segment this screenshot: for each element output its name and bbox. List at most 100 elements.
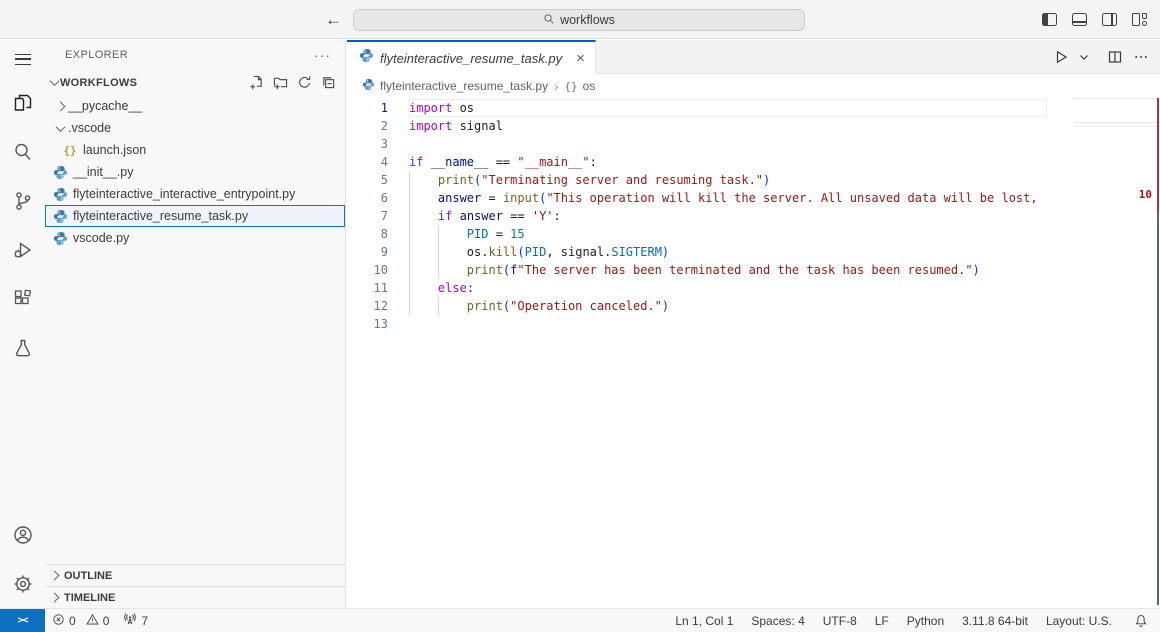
line-number: 7 [347,207,388,225]
warning-icon [86,613,99,629]
toggle-secondary-sidebar-icon[interactable] [1099,9,1120,30]
tree-item-flyteinteractive-resume-task-py[interactable]: flyteinteractive_resume_task.py [45,205,345,227]
explorer-more-actions-icon[interactable]: ··· [314,47,331,63]
code-line-13[interactable]: 13 [347,315,1047,333]
status-spaces[interactable]: Spaces: 4 [742,609,813,632]
ports-count: 7 [141,614,148,628]
code-line-2[interactable]: 2import signal [347,117,1047,135]
breadcrumb-file[interactable]: flyteinteractive_resume_task.py [380,79,548,93]
toggle-panel-icon[interactable] [1069,9,1090,30]
command-center-search[interactable]: workflows [353,9,805,31]
new-folder-icon[interactable] [272,74,289,91]
search-view-icon[interactable] [0,127,45,176]
new-file-icon[interactable] [248,74,265,91]
workspace-section-label: WORKFLOWS [60,77,137,89]
breadcrumb-separator: › [554,79,558,94]
editor-more-actions-icon[interactable] [1130,46,1152,68]
status-utf-8[interactable]: UTF-8 [814,609,866,632]
tree-item--init-py[interactable]: __init__.py [45,161,345,183]
notifications-bell-icon[interactable] [1127,609,1160,632]
ports-indicator[interactable]: 7 [116,609,155,632]
toggle-primary-sidebar-icon[interactable] [1039,9,1060,30]
minimap[interactable]: 10 [1047,98,1160,608]
explorer-icon[interactable] [0,78,45,127]
line-number: 2 [347,117,388,135]
error-count: 0 [69,614,76,628]
collapse-folders-icon[interactable] [320,74,337,91]
tree-item-launch-json[interactable]: {}launch.json [45,139,345,161]
section-outline[interactable]: OUTLINE [45,564,345,586]
python-file-icon [52,186,68,202]
code-line-9[interactable]: 9 os.kill(PID, signal.SIGTERM) [347,243,1047,261]
tree-item--vscode[interactable]: .vscode [45,117,345,139]
tree-item--pycache-[interactable]: __pycache__ [45,95,345,117]
python-file-icon [52,164,68,180]
line-number: 11 [347,279,388,297]
warning-count: 0 [103,614,110,628]
line-number: 1 [347,99,388,117]
code-line-5[interactable]: 5 print("Terminating server and resuming… [347,171,1047,189]
section-timeline[interactable]: TIMELINE [45,586,345,608]
code-line-11[interactable]: 11 else: [347,279,1047,297]
line-number: 6 [347,189,388,207]
code-line-10[interactable]: 10 print(f"The server has been terminate… [347,261,1047,279]
status-layout[interactable]: Layout: U.S. [1037,609,1121,632]
breadcrumb: flyteinteractive_resume_task.py › {} os [347,74,1160,98]
tree-item-label: flyteinteractive_resume_task.py [73,209,248,223]
code-line-7[interactable]: 7 if answer == 'Y': [347,207,1047,225]
testing-icon[interactable] [0,323,45,372]
file-tree: __pycache__ .vscode{}launch.json __init__.… [45,95,345,249]
code-line-3[interactable]: 3 [347,135,1047,153]
python-file-icon [52,208,68,224]
accounts-icon[interactable] [0,510,45,559]
line-number: 9 [347,243,388,261]
nav-back-icon[interactable]: ← [325,10,342,30]
status-ln[interactable]: Ln 1, Col 1 [666,609,742,632]
status-3.11.8[interactable]: 3.11.8 64-bit [953,609,1037,632]
status-lf[interactable]: LF [866,609,898,632]
run-dropdown-chevron-icon[interactable] [1076,46,1092,68]
chevron-down-icon [52,125,68,132]
split-editor-icon[interactable] [1104,46,1126,68]
tab-flyteinteractive-resume-task[interactable]: flyteinteractive_resume_task.py × [347,40,596,74]
python-file-icon [362,78,375,94]
radio-tower-icon [123,612,137,629]
problems-indicator[interactable]: 0 0 [45,609,116,632]
code-line-12[interactable]: 12 print("Operation canceled.") [347,297,1047,315]
line-number: 13 [347,315,388,333]
line-number: 4 [347,153,388,171]
code-line-8[interactable]: 8 PID = 15 [347,225,1047,243]
run-python-file-icon[interactable] [1050,46,1072,68]
code-line-1[interactable]: 1import os [347,99,1047,117]
source-control-icon[interactable] [0,176,45,225]
code-line-6[interactable]: 6 answer = input("This operation will ki… [347,189,1047,207]
python-file-icon [359,48,374,68]
overview-ruler [1157,98,1159,605]
refresh-explorer-icon[interactable] [296,74,313,91]
code-line-4[interactable]: 4if __name__ == "__main__": [347,153,1047,171]
tree-item-label: __init__.py [73,165,133,179]
menu-icon[interactable] [0,40,45,78]
settings-gear-icon[interactable] [0,559,45,608]
status-python[interactable]: Python [898,609,953,632]
tree-item-label: __pycache__ [68,99,142,113]
tree-item-flyteinteractive-interactive-entrypoint-py[interactable]: flyteinteractive_interactive_entrypoint.… [45,183,345,205]
line-number: 8 [347,225,388,243]
remote-indicator[interactable]: >< [0,609,45,632]
chevron-down-icon [50,76,60,86]
extensions-icon[interactable] [0,274,45,323]
chevron-right-icon [50,571,60,581]
sidebar-bottom-sections: OUTLINETIMELINE [45,564,345,608]
customize-layout-icon[interactable] [1129,9,1150,30]
breadcrumb-symbol[interactable]: os [583,79,596,93]
tab-close-icon[interactable]: × [576,50,585,67]
minimap-overlay-number: 10 [1139,188,1152,201]
tree-item-vscode-py[interactable]: vscode.py [45,227,345,249]
explorer-sidebar: EXPLORER ··· WORKFLOWS __pycache__.vscod… [45,40,346,608]
code-editor[interactable]: 1import os2import signal34if __name__ ==… [347,98,1160,608]
vscode-window: ← → workflows [0,0,1160,632]
workflows-section-header[interactable]: WORKFLOWS [45,70,345,95]
tab-bar: flyteinteractive_resume_task.py × [347,40,1160,74]
run-and-debug-icon[interactable] [0,225,45,274]
line-number: 10 [347,261,388,279]
